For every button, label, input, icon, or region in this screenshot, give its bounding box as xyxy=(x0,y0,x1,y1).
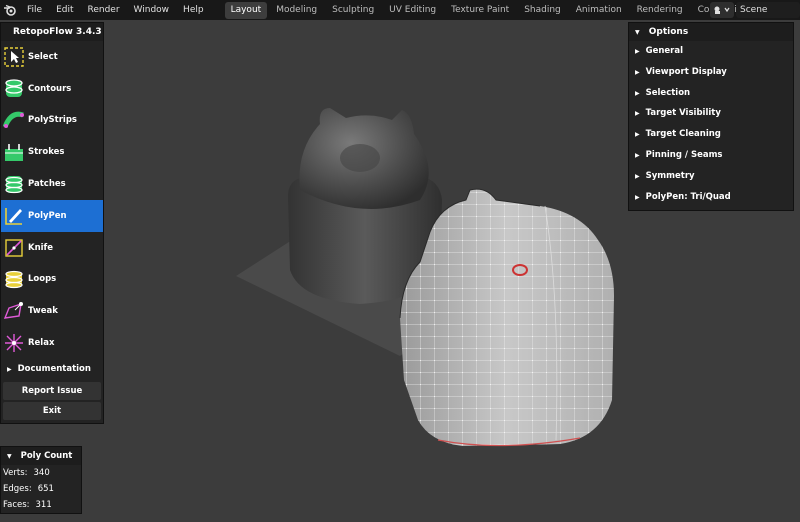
knife-icon xyxy=(3,237,25,259)
tool-strokes[interactable]: Strokes xyxy=(1,136,103,168)
contours-icon xyxy=(3,78,25,100)
tool-label: Knife xyxy=(28,242,54,253)
tool-label: Patches xyxy=(28,179,66,190)
option-target-cleaning[interactable]: ▶ Target Cleaning xyxy=(629,124,793,145)
poly-count-header[interactable]: ▼ Poly Count xyxy=(1,447,81,465)
polystrips-icon xyxy=(3,109,25,131)
stat-value: 311 xyxy=(35,500,52,510)
stat-label: Verts: xyxy=(3,468,28,478)
collapsed-triangle-icon: ▶ xyxy=(635,131,640,139)
tool-label: PolyPen xyxy=(28,210,67,221)
tool-tweak[interactable]: Tweak xyxy=(1,295,103,327)
stat-value: 651 xyxy=(37,484,54,494)
tweak-icon xyxy=(3,300,25,322)
tab-sculpting[interactable]: Sculpting xyxy=(326,2,380,19)
scene-icon xyxy=(714,6,730,14)
option-label: Symmetry xyxy=(645,170,695,181)
expanded-triangle-icon: ▼ xyxy=(635,29,640,36)
tool-patches[interactable]: Patches xyxy=(1,168,103,200)
tab-uv-editing[interactable]: UV Editing xyxy=(383,2,442,19)
collapsed-triangle-icon: ▶ xyxy=(7,365,12,373)
tab-texture-paint[interactable]: Texture Paint xyxy=(445,2,515,19)
tool-label: Relax xyxy=(28,338,55,349)
tab-animation[interactable]: Animation xyxy=(570,2,628,19)
tab-layout[interactable]: Layout xyxy=(224,1,268,19)
tool-label: Strokes xyxy=(28,147,65,158)
tool-select[interactable]: Select xyxy=(1,41,103,73)
tab-shading[interactable]: Shading xyxy=(518,2,567,19)
scene-browse-button[interactable] xyxy=(710,2,734,18)
option-general[interactable]: ▶ General xyxy=(629,41,793,62)
poly-count-verts: Verts: 340 xyxy=(1,465,81,481)
relax-icon xyxy=(3,332,25,354)
option-symmetry[interactable]: ▶ Symmetry xyxy=(629,166,793,187)
retopoflow-title[interactable]: RetopoFlow 3.4.3 xyxy=(1,23,103,41)
option-target-visibility[interactable]: ▶ Target Visibility xyxy=(629,103,793,124)
collapsed-triangle-icon: ▶ xyxy=(635,172,640,180)
tool-label: Loops xyxy=(28,274,57,285)
tool-polystrips[interactable]: PolyStrips xyxy=(1,105,103,137)
patches-icon xyxy=(3,173,25,195)
options-title: Options xyxy=(648,27,689,37)
option-label: Viewport Display xyxy=(645,66,727,77)
collapsed-triangle-icon: ▶ xyxy=(635,110,640,118)
tool-label: Contours xyxy=(28,83,72,94)
option-label: Selection xyxy=(645,87,691,98)
option-polypen-tri-quad[interactable]: ▶ PolyPen: Tri/Quad xyxy=(629,187,793,208)
tab-modeling[interactable]: Modeling xyxy=(270,2,323,19)
menu-help[interactable]: Help xyxy=(176,0,211,20)
menu-edit[interactable]: Edit xyxy=(49,0,80,20)
loops-icon xyxy=(3,268,25,290)
expanded-triangle-icon: ▼ xyxy=(7,453,12,460)
collapsed-triangle-icon: ▶ xyxy=(635,151,640,159)
menu-window[interactable]: Window xyxy=(127,0,177,20)
tool-loops[interactable]: Loops xyxy=(1,264,103,296)
option-label: General xyxy=(645,46,684,56)
documentation-label: Documentation xyxy=(17,364,91,375)
menu-file[interactable]: File xyxy=(20,0,49,20)
blender-logo-icon[interactable] xyxy=(0,0,20,20)
menu-render[interactable]: Render xyxy=(81,0,127,20)
polypen-icon xyxy=(3,205,25,227)
exit-button[interactable]: Exit xyxy=(3,401,101,420)
option-label: PolyPen: Tri/Quad xyxy=(645,191,731,202)
scene-name-field[interactable]: Scene xyxy=(736,2,800,18)
option-selection[interactable]: ▶ Selection xyxy=(629,83,793,104)
tool-relax[interactable]: Relax xyxy=(1,327,103,359)
scene-selector: Scene xyxy=(710,1,800,19)
collapsed-triangle-icon: ▶ xyxy=(635,68,640,76)
tool-contours[interactable]: Contours xyxy=(1,73,103,105)
select-icon xyxy=(3,46,25,68)
poly-count-edges: Edges: 651 xyxy=(1,481,81,497)
tool-polypen[interactable]: PolyPen xyxy=(1,199,103,232)
collapsed-triangle-icon: ▶ xyxy=(635,89,640,97)
poly-count-title: Poly Count xyxy=(20,451,73,461)
tab-rendering[interactable]: Rendering xyxy=(631,2,689,19)
option-viewport-display[interactable]: ▶ Viewport Display xyxy=(629,62,793,83)
collapsed-triangle-icon: ▶ xyxy=(635,193,640,201)
option-label: Pinning / Seams xyxy=(645,149,723,160)
option-label: Target Cleaning xyxy=(645,129,721,140)
stat-label: Faces: xyxy=(3,500,30,510)
retopoflow-panel: RetopoFlow 3.4.3 Select Contours PolyStr… xyxy=(0,22,104,424)
report-issue-button[interactable]: Report Issue xyxy=(3,381,101,400)
tool-label: Select xyxy=(28,51,58,62)
option-pinning-seams[interactable]: ▶ Pinning / Seams xyxy=(629,145,793,166)
stat-label: Edges: xyxy=(3,484,32,494)
tool-knife[interactable]: Knife xyxy=(1,232,103,264)
strokes-icon xyxy=(3,141,25,163)
documentation-toggle[interactable]: ▶ Documentation xyxy=(1,359,103,380)
options-header[interactable]: ▼ Options xyxy=(629,23,793,41)
option-label: Target Visibility xyxy=(645,108,721,119)
poly-count-faces: Faces: 311 xyxy=(1,497,81,513)
workspace-tabs: Layout Modeling Sculpting UV Editing Tex… xyxy=(224,0,791,20)
tool-label: PolyStrips xyxy=(28,115,77,126)
tool-label: Tweak xyxy=(28,306,58,317)
top-bar: File Edit Render Window Help Layout Mode… xyxy=(0,0,800,20)
collapsed-triangle-icon: ▶ xyxy=(635,48,640,55)
stat-value: 340 xyxy=(33,468,50,478)
poly-count-panel: ▼ Poly Count Verts: 340 Edges: 651 Faces: 3… xyxy=(0,446,82,514)
options-panel: ▼ Options ▶ General ▶ Viewport Display ▶ Se… xyxy=(628,22,794,211)
